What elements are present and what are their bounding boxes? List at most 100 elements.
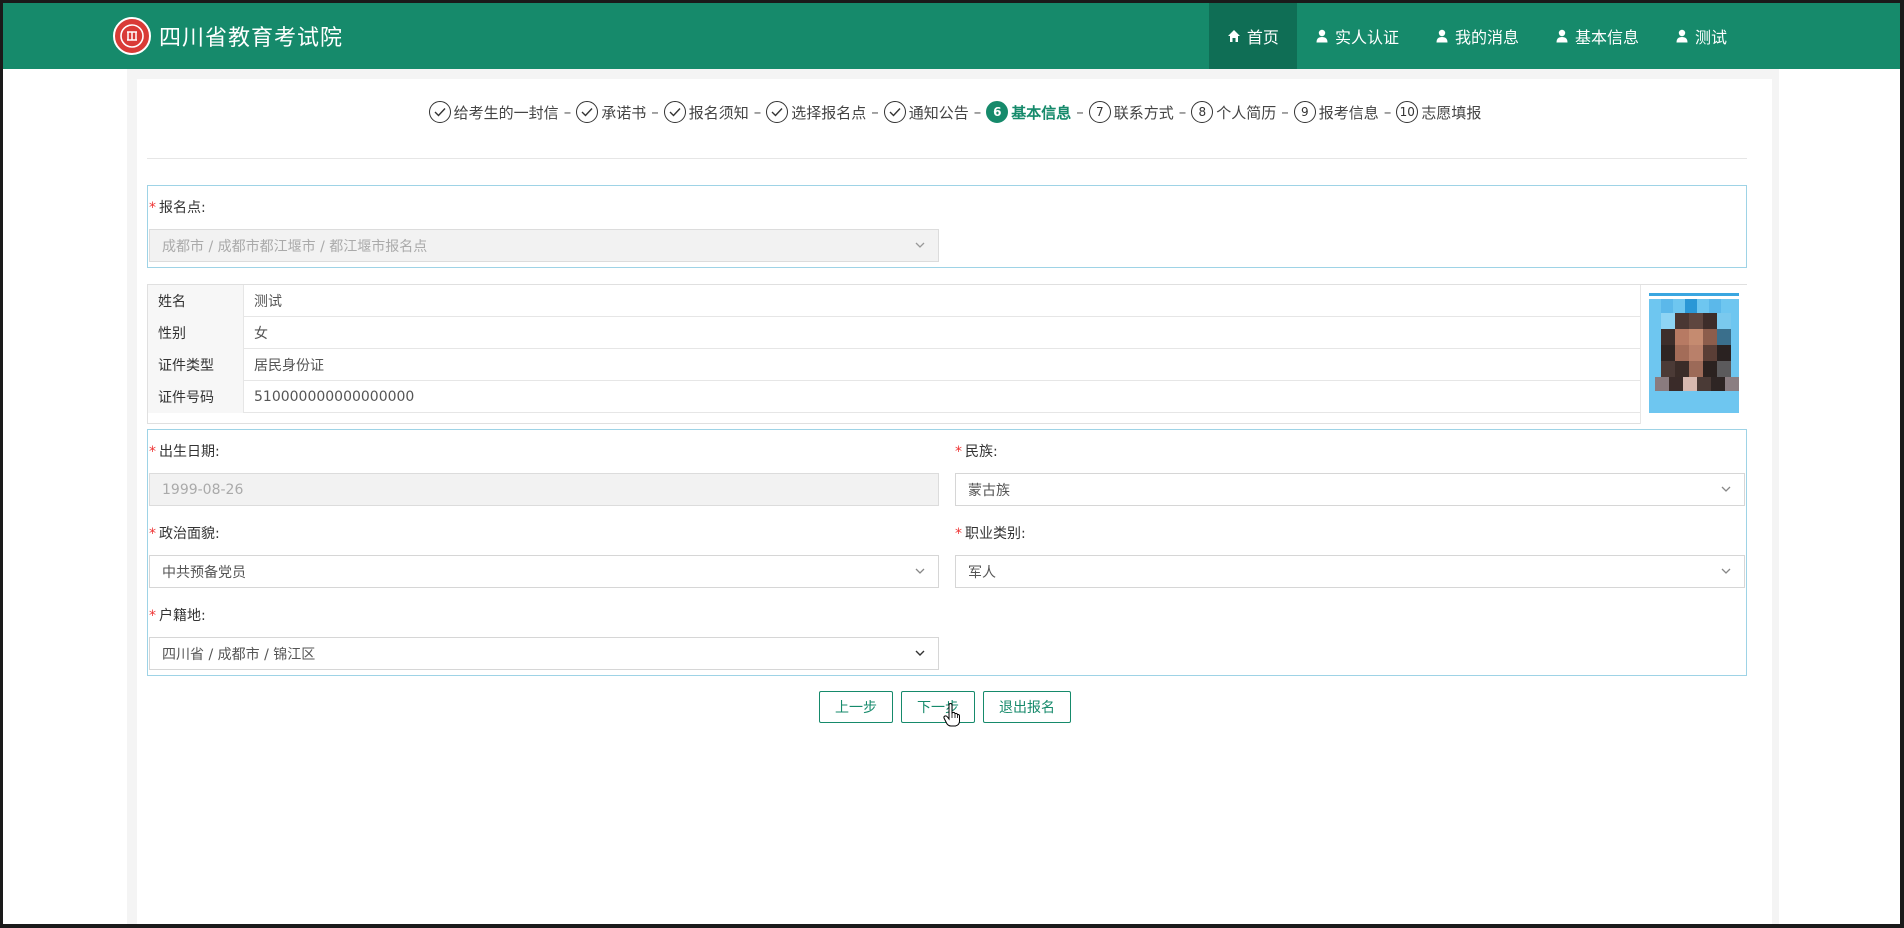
- step-separator: –: [1178, 103, 1187, 121]
- info-key: 证件类型: [148, 349, 244, 381]
- hukou-label: * 户籍地:: [149, 608, 206, 624]
- step-1[interactable]: 给考生的一封信: [428, 101, 559, 123]
- step-9[interactable]: 9 报考信息: [1293, 101, 1379, 123]
- site-title: 四川省教育考试院: [159, 26, 344, 51]
- step-separator: –: [871, 103, 879, 121]
- step-number: 10: [1396, 101, 1419, 123]
- info-value: 居民身份证: [254, 358, 324, 374]
- political-status-value: 中共预备党员: [162, 564, 246, 581]
- step-separator: –: [973, 103, 982, 121]
- step-separator: –: [563, 103, 572, 121]
- check-icon: [576, 101, 599, 123]
- registration-value: 成都市 / 成都市都江堰市 / 都江堰市报名点: [162, 238, 428, 255]
- applicant-photo: [1640, 285, 1747, 424]
- chevron-down-icon: [1721, 486, 1731, 492]
- check-icon: [883, 101, 906, 123]
- step-label: 通知公告: [908, 103, 969, 122]
- step-separator: –: [651, 103, 659, 121]
- info-row: 证件类型 居民身份证: [148, 349, 1640, 381]
- check-icon: [428, 101, 451, 123]
- user-icon: [1436, 29, 1448, 43]
- step-label: 基本信息: [1011, 103, 1072, 122]
- step-label: 联系方式: [1113, 103, 1174, 122]
- step-8[interactable]: 8 个人简历: [1191, 101, 1276, 123]
- step-number: 7: [1088, 101, 1111, 123]
- steps-divider: [147, 158, 1747, 159]
- nav-home[interactable]: 首页: [1208, 3, 1297, 69]
- registration-select[interactable]: 成都市 / 成都市都江堰市 / 都江堰市报名点: [149, 229, 939, 262]
- registration-label: * 报名点:: [149, 200, 206, 216]
- required-mark: *: [955, 444, 962, 460]
- info-value: 女: [254, 326, 268, 342]
- step-label: 报名须知: [688, 103, 749, 122]
- required-mark: *: [149, 200, 156, 216]
- step-separator: –: [753, 103, 762, 121]
- political-status-select[interactable]: 中共预备党员: [149, 555, 939, 588]
- chevron-down-icon: [915, 568, 925, 574]
- pixelated-photo: [1649, 293, 1739, 413]
- check-icon: [766, 101, 789, 123]
- step-7[interactable]: 7 联系方式: [1088, 101, 1174, 123]
- hukou-value: 四川省 / 成都市 / 锦江区: [162, 646, 316, 663]
- required-mark: *: [149, 526, 156, 542]
- info-row: 证件号码 510000000000000000: [148, 381, 1640, 413]
- political-status-label: * 政治面貌:: [149, 526, 220, 542]
- step-label: 选择报名点: [791, 103, 867, 122]
- step-number: 8: [1191, 101, 1214, 123]
- info-value: 测试: [254, 294, 282, 310]
- nav-my-messages[interactable]: 我的消息: [1417, 3, 1537, 69]
- prev-step-button[interactable]: 上一步: [819, 691, 893, 723]
- hukou-cascader[interactable]: 四川省 / 成都市 / 锦江区: [149, 637, 939, 670]
- step-10[interactable]: 10 志愿填报: [1396, 101, 1481, 123]
- required-mark: *: [149, 444, 156, 460]
- nav-home-label: 首页: [1246, 28, 1279, 47]
- step-5[interactable]: 通知公告: [883, 101, 969, 123]
- identity-info-table: 姓名 测试 性别 女 证件类型 居民身份证 证件号码 5100000000000…: [147, 284, 1747, 424]
- step-3[interactable]: 报名须知: [663, 101, 749, 123]
- nav-basic-info-label: 基本信息: [1574, 28, 1639, 47]
- ethnicity-value: 蒙古族: [968, 482, 1010, 499]
- emblem-logo-icon: [113, 17, 151, 55]
- registration-section: * 报名点: 成都市 / 成都市都江堰市 / 都江堰市报名点: [147, 185, 1747, 268]
- nav-basic-info[interactable]: 基本信息: [1537, 3, 1657, 69]
- step-4[interactable]: 选择报名点: [766, 101, 866, 123]
- step-6-current[interactable]: 6 基本信息: [986, 101, 1071, 123]
- next-step-button[interactable]: 下一步: [901, 691, 975, 723]
- browser-frame: 四川省教育考试院 首页 实人认证 我的消息 基本信息 测试 给考生的一封信 – …: [0, 0, 1904, 928]
- user-icon: [1556, 29, 1568, 43]
- personal-details-section: * 出生日期: 1999-08-26 * 民族: 蒙古族 * 政治面貌: 中共预备党员…: [147, 429, 1747, 676]
- step-label: 志愿填报: [1421, 103, 1482, 122]
- step-label: 给考生的一封信: [453, 103, 559, 122]
- ethnicity-label: * 民族:: [955, 444, 998, 460]
- info-key: 性别: [148, 317, 244, 349]
- step-2[interactable]: 承诺书: [576, 101, 646, 123]
- info-key: 证件号码: [148, 381, 244, 413]
- brand[interactable]: 四川省教育考试院: [113, 17, 343, 55]
- step-number: 6: [986, 101, 1009, 123]
- chevron-down-icon: [915, 242, 925, 248]
- user-icon: [1316, 29, 1328, 43]
- nav-user-test[interactable]: 测试: [1657, 3, 1745, 69]
- info-row: 性别 女: [148, 317, 1640, 349]
- chevron-down-icon: [915, 650, 925, 656]
- occupation-value: 军人: [968, 564, 996, 581]
- required-mark: *: [149, 608, 156, 624]
- nav-real-person-auth-label: 实人认证: [1334, 28, 1399, 47]
- nav-real-person-auth[interactable]: 实人认证: [1297, 3, 1417, 69]
- hand-pointer-cursor-icon: [943, 703, 960, 727]
- step-indicator: 给考生的一封信 – 承诺书 – 报名须知 – 选择报名点 – 通知公告 – 6 …: [3, 99, 1900, 125]
- nav-user-test-label: 测试: [1694, 28, 1727, 47]
- exit-registration-button[interactable]: 退出报名: [983, 691, 1071, 723]
- required-mark: *: [955, 526, 962, 542]
- step-label: 报考信息: [1318, 103, 1379, 122]
- info-key: 姓名: [148, 285, 244, 317]
- occupation-select[interactable]: 军人: [955, 555, 1745, 588]
- step-separator: –: [1383, 103, 1392, 121]
- info-value: 510000000000000000: [254, 389, 415, 405]
- ethnicity-select[interactable]: 蒙古族: [955, 473, 1745, 506]
- top-navbar: 四川省教育考试院 首页 实人认证 我的消息 基本信息 测试: [3, 3, 1900, 69]
- user-icon: [1676, 29, 1688, 43]
- home-icon: [1227, 30, 1240, 42]
- birth-date-input[interactable]: 1999-08-26: [149, 473, 939, 506]
- step-label: 个人简历: [1216, 103, 1277, 122]
